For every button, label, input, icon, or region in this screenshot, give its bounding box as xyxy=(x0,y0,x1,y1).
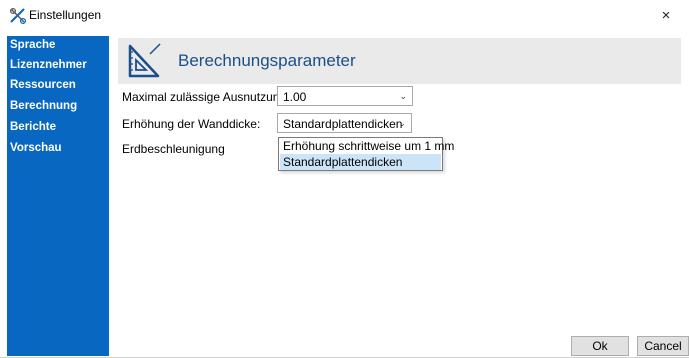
dropdown-option[interactable]: Erhöhung schrittweise um 1 mm xyxy=(280,138,454,154)
settings-tools-icon xyxy=(9,7,27,25)
wall-thickness-label: Erhöhung der Wanddicke: xyxy=(122,117,261,131)
close-button[interactable]: × xyxy=(643,0,689,31)
sidebar-item-ressourcen[interactable]: Ressourcen xyxy=(10,79,76,91)
max-utilization-value: 1.00 xyxy=(283,90,307,104)
sidebar-item-lizenznehmer[interactable]: Lizenznehmer xyxy=(10,59,87,71)
wall-thickness-value: Standardplattendicken xyxy=(283,117,403,131)
sidebar-item-berichte[interactable]: Berichte xyxy=(10,121,56,133)
max-utilization-select[interactable]: 1.00 ⌄ xyxy=(277,86,413,106)
wall-thickness-dropdown: Erhöhung schrittweise um 1 mm Standardpl… xyxy=(278,137,454,171)
chevron-down-icon: ⌄ xyxy=(399,91,407,101)
sidebar-item-sprache[interactable]: Sprache xyxy=(10,39,55,51)
gravity-label: Erdbeschleunigung xyxy=(122,142,225,156)
sidebar-item-berechnung[interactable]: Berechnung xyxy=(10,100,77,112)
max-utilization-label: Maximal zulässige Ausnutzung xyxy=(122,90,287,104)
page-title: Berechnungsparameter xyxy=(178,51,356,70)
section-header: Berechnungsparameter xyxy=(118,38,681,84)
wall-thickness-select[interactable]: Standardplattendicken ⌄ xyxy=(277,113,412,133)
title-bar: Einstellungen × xyxy=(0,0,689,31)
chevron-down-icon: ⌄ xyxy=(398,118,406,128)
set-square-icon xyxy=(128,43,161,78)
cancel-button[interactable]: Cancel xyxy=(637,336,689,356)
ok-button[interactable]: Ok xyxy=(571,336,629,356)
dropdown-option-selected[interactable]: Standardplattendicken xyxy=(280,154,441,170)
sidebar: Sprache Lizenznehmer Ressourcen Berechnu… xyxy=(7,36,109,356)
sidebar-item-vorschau[interactable]: Vorschau xyxy=(10,142,62,154)
close-icon: × xyxy=(661,7,671,24)
window-title: Einstellungen xyxy=(29,8,102,22)
